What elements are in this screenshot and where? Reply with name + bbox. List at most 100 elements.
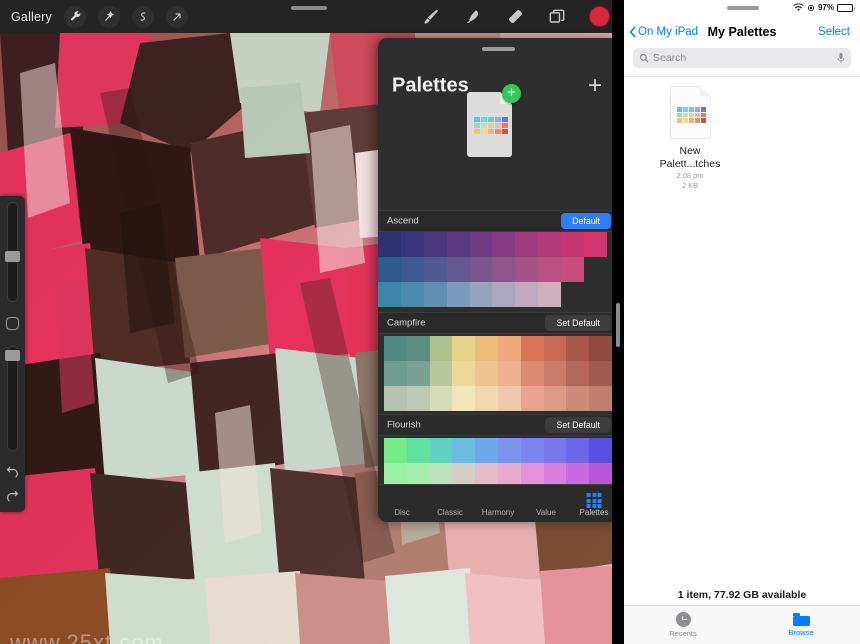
- color-swatch[interactable]: [544, 386, 567, 411]
- color-swatch[interactable]: [401, 257, 424, 282]
- color-swatch[interactable]: [424, 257, 447, 282]
- color-swatch[interactable]: [584, 232, 607, 257]
- color-swatch[interactable]: [498, 386, 521, 411]
- palette-set-default-button[interactable]: Set Default: [545, 417, 611, 433]
- smudge-icon[interactable]: [463, 7, 483, 27]
- brush-opacity-slider[interactable]: [7, 346, 18, 451]
- color-swatch[interactable]: [430, 438, 453, 463]
- color-swatch[interactable]: [492, 257, 515, 282]
- color-swatch[interactable]: [470, 282, 493, 307]
- magic-wand-icon[interactable]: [98, 6, 120, 28]
- color-swatch[interactable]: [407, 361, 430, 386]
- color-swatch[interactable]: [384, 361, 407, 386]
- color-swatch[interactable]: [470, 232, 493, 257]
- color-swatch[interactable]: [538, 282, 561, 307]
- color-swatch[interactable]: [544, 336, 567, 361]
- divider-handle[interactable]: [616, 303, 620, 347]
- color-swatch[interactable]: [538, 232, 561, 257]
- color-swatch[interactable]: [384, 336, 407, 361]
- color-swatch[interactable]: [521, 438, 544, 463]
- color-swatch[interactable]: [566, 438, 589, 463]
- color-swatch[interactable]: [521, 361, 544, 386]
- back-button[interactable]: On My iPad: [629, 26, 698, 38]
- color-swatch[interactable]: [447, 257, 470, 282]
- color-swatch[interactable]: [589, 438, 612, 463]
- dragged-palette-file[interactable]: +: [467, 92, 512, 157]
- color-swatch[interactable]: [475, 336, 498, 361]
- redo-icon[interactable]: [4, 488, 21, 505]
- color-swatch[interactable]: [407, 438, 430, 463]
- color-swatch[interactable]: [521, 336, 544, 361]
- color-swatch[interactable]: [378, 257, 401, 282]
- palette-swatches[interactable]: [378, 334, 618, 414]
- color-swatch[interactable]: [401, 232, 424, 257]
- color-swatch[interactable]: [561, 232, 584, 257]
- brush-size-slider[interactable]: [7, 202, 18, 302]
- undo-icon[interactable]: [4, 464, 21, 481]
- color-swatch[interactable]: [378, 282, 401, 307]
- color-swatch[interactable]: [515, 257, 538, 282]
- color-swatch[interactable]: [521, 386, 544, 411]
- color-swatch[interactable]: [470, 257, 493, 282]
- color-swatch[interactable]: [424, 232, 447, 257]
- palettes-panel-grabber[interactable]: [482, 47, 515, 51]
- color-swatch[interactable]: [475, 361, 498, 386]
- color-swatch[interactable]: [430, 386, 453, 411]
- palette-default-button[interactable]: Default: [561, 213, 611, 229]
- files-window-grabber[interactable]: [727, 6, 759, 10]
- color-swatch[interactable]: [378, 232, 401, 257]
- color-swatch[interactable]: [407, 386, 430, 411]
- add-palette-button[interactable]: +: [584, 74, 606, 98]
- brush-size-thumb[interactable]: [5, 251, 20, 262]
- color-swatch[interactable]: [498, 336, 521, 361]
- window-grabber[interactable]: [291, 6, 327, 10]
- tab-palettes[interactable]: Palettes: [570, 508, 618, 522]
- tab-recents[interactable]: Recents: [624, 606, 742, 644]
- paintbrush-icon[interactable]: [421, 7, 441, 27]
- color-swatch[interactable]: [492, 282, 515, 307]
- tab-harmony[interactable]: Harmony: [474, 508, 522, 522]
- color-swatch[interactable]: [407, 336, 430, 361]
- split-view-divider[interactable]: [612, 0, 624, 644]
- color-swatch[interactable]: [498, 361, 521, 386]
- list-item[interactable]: New Palett...tches 2:08 pm 2 KB: [651, 86, 729, 191]
- layers-icon[interactable]: [547, 7, 567, 27]
- eraser-icon[interactable]: [505, 7, 525, 27]
- color-swatch[interactable]: [566, 361, 589, 386]
- color-swatch[interactable]: [515, 282, 538, 307]
- color-swatch[interactable]: [475, 386, 498, 411]
- color-swatch[interactable]: [544, 438, 567, 463]
- color-swatch[interactable]: [447, 232, 470, 257]
- color-swatch[interactable]: [384, 386, 407, 411]
- gallery-button[interactable]: Gallery: [11, 10, 52, 24]
- color-swatch[interactable]: [538, 257, 561, 282]
- palette-swatches[interactable]: [378, 232, 618, 307]
- color-swatch[interactable]: [589, 336, 612, 361]
- color-swatch[interactable]: [492, 232, 515, 257]
- brush-opacity-thumb[interactable]: [5, 350, 20, 361]
- modify-button[interactable]: [6, 317, 19, 330]
- color-swatch[interactable]: [430, 361, 453, 386]
- color-swatch[interactable]: [452, 386, 475, 411]
- color-swatch[interactable]: [475, 438, 498, 463]
- color-swatch[interactable]: [452, 438, 475, 463]
- transform-arrow-icon[interactable]: [166, 6, 188, 28]
- color-swatch[interactable]: [589, 6, 610, 27]
- palette-set-default-button[interactable]: Set Default: [545, 315, 611, 331]
- color-swatch[interactable]: [566, 336, 589, 361]
- tab-browse[interactable]: Browse: [742, 606, 860, 644]
- color-swatch[interactable]: [498, 438, 521, 463]
- tab-classic[interactable]: Classic: [426, 508, 474, 522]
- wrench-icon[interactable]: [64, 6, 86, 28]
- tab-disc[interactable]: Disc: [378, 508, 426, 522]
- color-swatch[interactable]: [589, 386, 612, 411]
- color-swatch[interactable]: [452, 336, 475, 361]
- color-swatch[interactable]: [561, 257, 584, 282]
- color-swatch[interactable]: [401, 282, 424, 307]
- select-button[interactable]: Select: [818, 26, 850, 38]
- color-swatch[interactable]: [447, 282, 470, 307]
- selection-icon[interactable]: [132, 6, 154, 28]
- color-swatch[interactable]: [515, 232, 538, 257]
- color-swatch[interactable]: [424, 282, 447, 307]
- search-input[interactable]: [653, 52, 833, 64]
